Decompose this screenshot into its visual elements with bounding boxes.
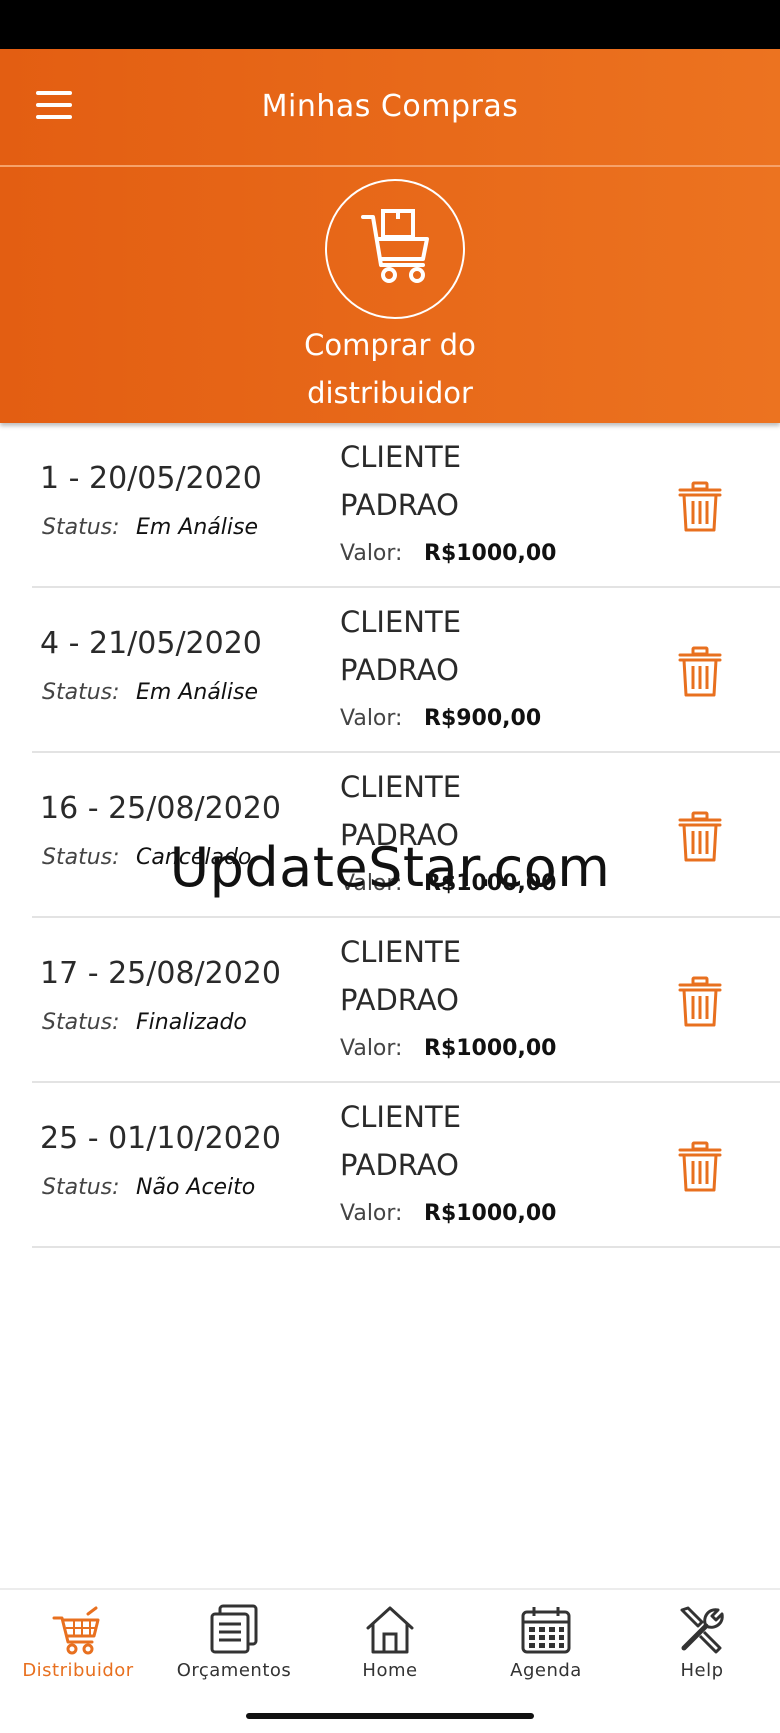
nav-label: Orçamentos [176, 1660, 292, 1681]
system-status-bar [0, 0, 780, 49]
nav-agenda[interactable]: Agenda [468, 1604, 624, 1694]
value-amount: R$1000,00 [424, 1036, 557, 1061]
status-value: Cancelado [136, 845, 252, 870]
status-value: Em Análise [136, 680, 259, 705]
status-label: Status: [42, 1175, 120, 1200]
value-label: Valor: [340, 541, 403, 566]
trash-icon [678, 976, 722, 1027]
header-divider [0, 165, 780, 167]
status-value: Não Aceito [136, 1175, 256, 1200]
value-amount: R$1000,00 [424, 1201, 557, 1226]
delete-order-button[interactable] [678, 646, 722, 698]
nav-label: Distribuidor [22, 1660, 134, 1681]
delete-order-button[interactable] [678, 811, 722, 863]
order-id-date: 17 - 25/08/2020 [40, 956, 281, 991]
top-bar: Minhas Compras [0, 49, 780, 165]
status-label: Status: [42, 680, 120, 705]
client-name: CLIENTE PADRAO [340, 1100, 462, 1182]
order-id-date: 16 - 25/08/2020 [40, 791, 281, 826]
nav-orcamentos[interactable]: Orçamentos [156, 1604, 312, 1694]
documents-icon [210, 1604, 258, 1654]
delete-order-button[interactable] [678, 1141, 722, 1193]
menu-icon[interactable] [36, 91, 78, 121]
app-header: Minhas Compras Comprar do distribuidor [0, 49, 780, 423]
status-value: Em Análise [136, 515, 259, 540]
buy-from-distributor-button[interactable] [325, 179, 465, 319]
client-name: CLIENTE PADRAO [340, 935, 462, 1017]
status-label: Status: [42, 845, 120, 870]
home-indicator[interactable] [246, 1713, 534, 1719]
order-id-date: 4 - 21/05/2020 [40, 626, 262, 661]
buy-from-distributor-label[interactable]: Comprar do distribuidor [240, 321, 540, 417]
calendar-icon [521, 1607, 571, 1654]
trash-icon [678, 646, 722, 697]
delete-order-button[interactable] [678, 976, 722, 1028]
client-name: CLIENTE PADRAO [340, 440, 462, 522]
order-id-date: 25 - 01/10/2020 [40, 1121, 281, 1156]
order-row[interactable]: 1 - 20/05/2020 Status: Em Análise CLIENT… [0, 423, 780, 588]
status-label: Status: [42, 515, 120, 540]
orders-list: 1 - 20/05/2020 Status: Em Análise CLIENT… [0, 423, 780, 1248]
value-amount: R$1000,00 [424, 871, 557, 896]
nav-distribuidor[interactable]: Distribuidor [0, 1604, 156, 1694]
home-icon [366, 1606, 414, 1654]
bottom-navigation: Distribuidor Orçamentos Home Agenda Help [0, 1588, 780, 1733]
trash-icon [678, 1141, 722, 1192]
client-name: CLIENTE PADRAO [340, 770, 462, 852]
shopping-cart-box-icon [361, 209, 429, 283]
tools-icon [680, 1606, 724, 1654]
nav-help[interactable]: Help [624, 1604, 780, 1694]
trash-icon [678, 811, 722, 862]
delete-order-button[interactable] [678, 481, 722, 533]
order-row[interactable]: 17 - 25/08/2020 Status: Finalizado CLIEN… [0, 918, 780, 1083]
order-id-date: 1 - 20/05/2020 [40, 461, 262, 496]
order-row[interactable]: 16 - 25/08/2020 Status: Cancelado CLIENT… [0, 753, 780, 918]
nav-label: Home [362, 1660, 418, 1681]
value-label: Valor: [340, 871, 403, 896]
order-row[interactable]: 25 - 01/10/2020 Status: Não Aceito CLIEN… [0, 1083, 780, 1248]
value-amount: R$900,00 [424, 706, 542, 731]
order-row[interactable]: 4 - 21/05/2020 Status: Em Análise CLIENT… [0, 588, 780, 753]
value-amount: R$1000,00 [424, 541, 557, 566]
cart-icon [52, 1606, 100, 1655]
page-title: Minhas Compras [261, 89, 519, 124]
value-label: Valor: [340, 1201, 403, 1226]
trash-icon [678, 481, 722, 532]
status-value: Finalizado [136, 1010, 247, 1035]
status-label: Status: [42, 1010, 120, 1035]
nav-home[interactable]: Home [312, 1604, 468, 1694]
row-divider [32, 1246, 780, 1248]
nav-label: Help [680, 1660, 724, 1681]
nav-label: Agenda [510, 1660, 582, 1681]
value-label: Valor: [340, 706, 403, 731]
client-name: CLIENTE PADRAO [340, 605, 462, 687]
value-label: Valor: [340, 1036, 403, 1061]
